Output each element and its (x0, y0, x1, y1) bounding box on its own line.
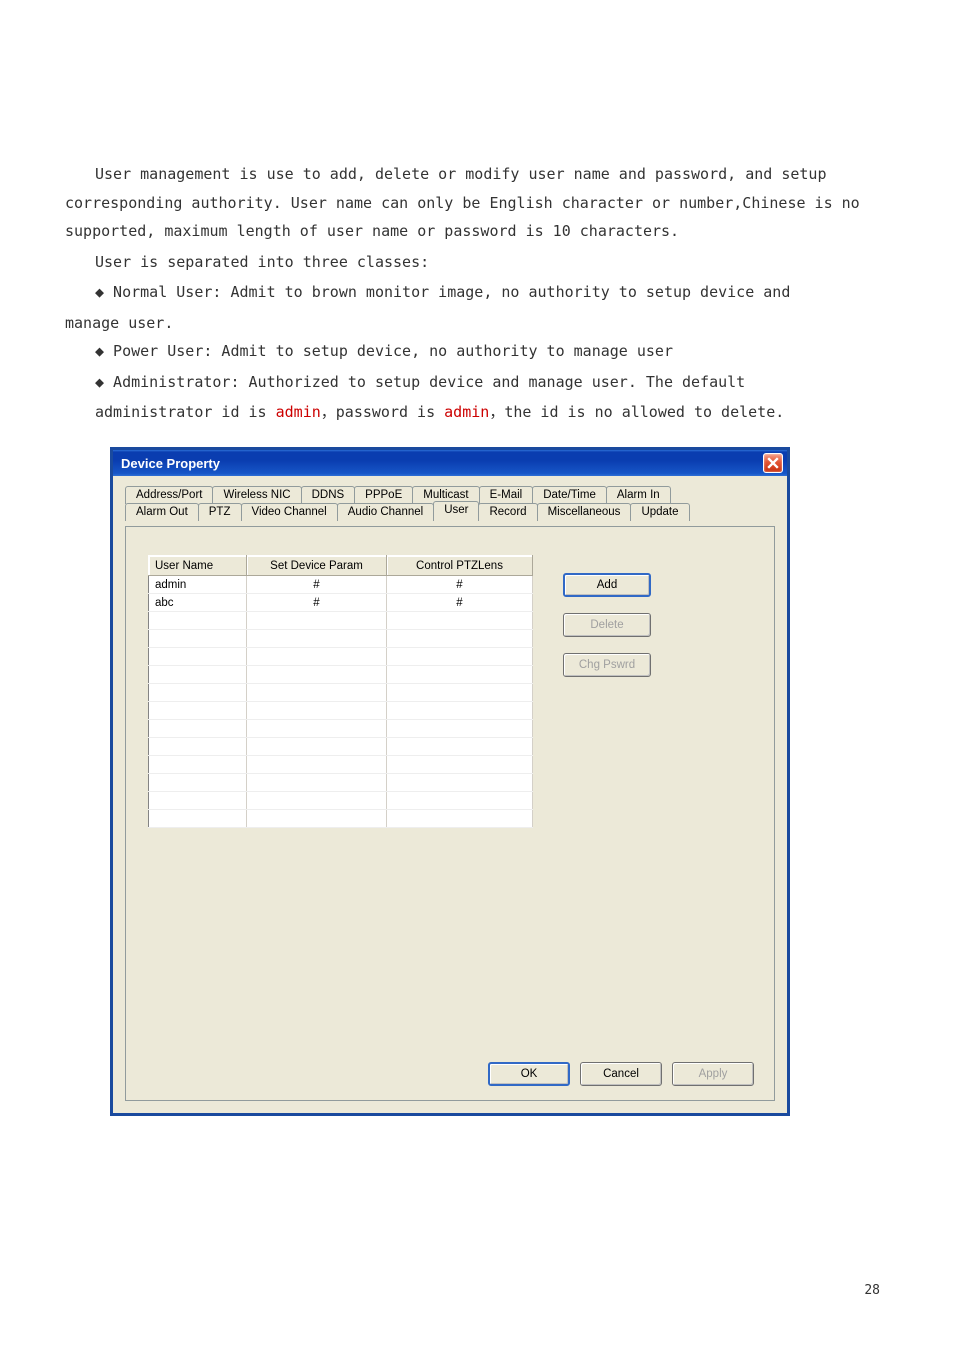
admin-text-pre: administrator id is (95, 403, 276, 421)
ok-button[interactable]: OK (488, 1062, 570, 1086)
table-row[interactable] (149, 720, 533, 738)
tab-alarm-in[interactable]: Alarm In (606, 486, 671, 504)
tab-audio-channel[interactable]: Audio Channel (337, 503, 434, 521)
side-buttons: Add Delete Chg Pswrd (563, 555, 651, 693)
table-row[interactable] (149, 810, 533, 828)
document-body: User management is use to add, delete or… (0, 0, 954, 427)
bullet-normal-user: ◆ Normal User: Admit to brown monitor im… (65, 278, 889, 307)
cell-control-ptz: # (387, 594, 533, 612)
paragraph-classes: User is separated into three classes: (65, 248, 889, 277)
table-row[interactable] (149, 756, 533, 774)
tab-ptz[interactable]: PTZ (198, 503, 242, 521)
tab-datetime[interactable]: Date/Time (532, 486, 607, 504)
tab-ddns[interactable]: DDNS (301, 486, 356, 504)
bullet-normal-user-cont: manage user. (65, 309, 889, 338)
table-row[interactable] (149, 792, 533, 810)
delete-button[interactable]: Delete (563, 613, 651, 637)
bullet-admin-2: administrator id is admin，password is ad… (65, 398, 889, 427)
admin-pw: admin (444, 403, 489, 421)
table-row[interactable] (149, 702, 533, 720)
bullet-admin-1: ◆ Administrator: Authorized to setup dev… (65, 368, 889, 397)
chg-pswrd-button[interactable]: Chg Pswrd (563, 653, 651, 677)
apply-button[interactable]: Apply (672, 1062, 754, 1086)
tab-panel-user: User Name Set Device Param Control PTZLe… (125, 526, 775, 1101)
cell-set-param: # (247, 594, 387, 612)
tab-update[interactable]: Update (630, 503, 689, 521)
tab-email[interactable]: E-Mail (479, 486, 534, 504)
tab-alarm-out[interactable]: Alarm Out (125, 503, 199, 521)
tab-user[interactable]: User (433, 501, 479, 521)
cancel-button[interactable]: Cancel (580, 1062, 662, 1086)
titlebar[interactable]: Device Property (113, 450, 787, 476)
tab-row-2: Alarm Out PTZ Video Channel Audio Channe… (125, 503, 775, 521)
dialog-title: Device Property (121, 456, 220, 471)
tab-pppoe[interactable]: PPPoE (354, 486, 413, 504)
admin-text-mid: ，password is (321, 403, 444, 421)
admin-id: admin (276, 403, 321, 421)
paragraph-intro: User management is use to add, delete or… (65, 160, 889, 246)
device-property-dialog: Device Property Address/Port Wireless NI… (110, 447, 790, 1116)
cell-user-name: admin (149, 576, 247, 594)
cell-control-ptz: # (387, 576, 533, 594)
col-user-name[interactable]: User Name (149, 556, 247, 576)
page-number: 28 (864, 1283, 880, 1298)
col-control-ptzlens[interactable]: Control PTZLens (387, 556, 533, 576)
table-row[interactable]: abc## (149, 594, 533, 612)
table-row[interactable] (149, 738, 533, 756)
add-button[interactable]: Add (563, 573, 651, 597)
user-table[interactable]: User Name Set Device Param Control PTZLe… (148, 555, 533, 828)
table-row[interactable] (149, 612, 533, 630)
bullet-power-user: ◆ Power User: Admit to setup device, no … (65, 337, 889, 366)
dialog-footer: OK Cancel Apply (488, 1062, 754, 1086)
table-row[interactable] (149, 684, 533, 702)
table-row[interactable] (149, 648, 533, 666)
table-row[interactable] (149, 666, 533, 684)
tab-wireless-nic[interactable]: Wireless NIC (212, 486, 301, 504)
tab-miscellaneous[interactable]: Miscellaneous (537, 503, 632, 521)
cell-user-name: abc (149, 594, 247, 612)
tab-video-channel[interactable]: Video Channel (241, 503, 338, 521)
col-set-device-param[interactable]: Set Device Param (247, 556, 387, 576)
close-icon[interactable] (763, 453, 783, 473)
dialog-body: Address/Port Wireless NIC DDNS PPPoE Mul… (113, 476, 787, 1113)
table-row[interactable] (149, 774, 533, 792)
tab-record[interactable]: Record (478, 503, 537, 521)
admin-text-post: ，the id is no allowed to delete. (489, 403, 784, 421)
cell-set-param: # (247, 576, 387, 594)
tab-strip: Address/Port Wireless NIC DDNS PPPoE Mul… (125, 486, 775, 521)
table-row[interactable]: admin## (149, 576, 533, 594)
table-row[interactable] (149, 630, 533, 648)
tab-address-port[interactable]: Address/Port (125, 486, 213, 504)
